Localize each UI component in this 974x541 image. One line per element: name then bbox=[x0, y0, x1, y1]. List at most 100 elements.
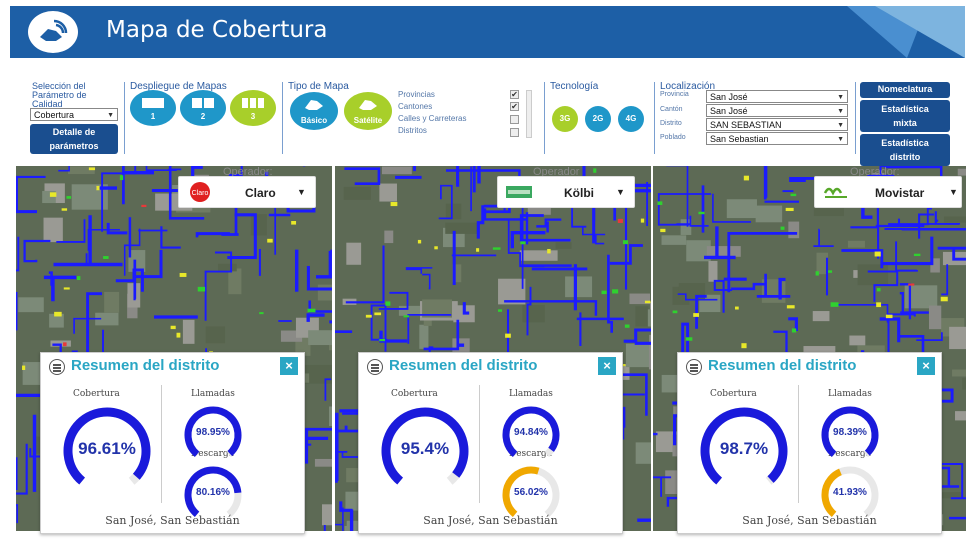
coverage-marker bbox=[876, 302, 882, 308]
terrain-patch bbox=[949, 326, 966, 350]
coverage-marker bbox=[885, 314, 893, 319]
coverage-marker bbox=[830, 302, 839, 307]
tech-4g-button[interactable]: 4G bbox=[618, 106, 644, 132]
display-3-button[interactable]: 3 bbox=[230, 90, 276, 126]
terrain-patch bbox=[317, 284, 332, 301]
menu-icon[interactable] bbox=[49, 359, 65, 375]
close-icon[interactable]: × bbox=[280, 357, 298, 375]
coverage-marker bbox=[403, 315, 410, 318]
coverage-marker bbox=[617, 218, 623, 223]
layer-provinces-label: Provincias bbox=[398, 90, 435, 99]
terrain-patch bbox=[635, 442, 651, 464]
display-1-button[interactable]: 1 bbox=[130, 90, 176, 126]
coverage-marker bbox=[434, 246, 438, 250]
terrain-patch bbox=[445, 222, 480, 234]
layer-provinces-checkbox[interactable]: ✔ bbox=[510, 90, 519, 99]
svg-text:Claro: Claro bbox=[192, 190, 209, 197]
divider bbox=[479, 385, 480, 503]
terrain-patch bbox=[847, 240, 865, 248]
coverage-marker bbox=[780, 226, 785, 230]
signal-logo-icon bbox=[28, 11, 78, 53]
control-bar: Selección del Parámetro de Calidad Cober… bbox=[10, 62, 965, 166]
divider bbox=[282, 82, 283, 154]
coverage-label: Cobertura bbox=[391, 389, 438, 399]
coverage-marker bbox=[141, 204, 147, 208]
tech-3g-button[interactable]: 3G bbox=[552, 106, 578, 132]
coverage-marker bbox=[390, 202, 398, 207]
canton-label: Cantón bbox=[660, 106, 683, 113]
coverage-marker bbox=[49, 192, 57, 197]
chevron-down-icon: ▼ bbox=[837, 94, 844, 101]
menu-icon[interactable] bbox=[367, 359, 383, 375]
district-select[interactable]: SAN SEBASTIAN ▼ bbox=[706, 118, 848, 131]
header-decoration-corner bbox=[875, 6, 965, 58]
layer-cantons-checkbox[interactable]: ✔ bbox=[510, 102, 519, 111]
coverage-marker bbox=[476, 248, 480, 252]
divider bbox=[161, 385, 162, 503]
layer-districts-checkbox[interactable] bbox=[510, 128, 519, 137]
town-select[interactable]: San Sebastian ▼ bbox=[706, 132, 848, 145]
display-2-button[interactable]: 2 bbox=[180, 90, 226, 126]
coverage-marker bbox=[291, 220, 297, 225]
close-icon[interactable]: × bbox=[917, 357, 935, 375]
coverage-marker bbox=[815, 271, 819, 276]
terrain-patch bbox=[381, 166, 412, 175]
layer-scrollbar[interactable] bbox=[526, 90, 532, 138]
satellite-map-button[interactable]: Satélite bbox=[344, 92, 392, 130]
calls-gauge: 94.84% bbox=[499, 403, 563, 467]
summary-title: Resumen del distrito bbox=[71, 357, 220, 374]
terrain-patch bbox=[928, 305, 942, 330]
chevron-down-icon: ▼ bbox=[837, 136, 844, 143]
chevron-down-icon: ▼ bbox=[837, 122, 844, 129]
operator-select-claro[interactable]: Claro Claro ▼ bbox=[178, 176, 316, 208]
layer-roads-label: Calles y Carreteras bbox=[398, 114, 467, 123]
terrain-patch bbox=[43, 217, 63, 243]
canton-select[interactable]: San José ▼ bbox=[706, 104, 848, 117]
divider bbox=[855, 82, 856, 154]
nomenclature-button[interactable]: Nomeclatura bbox=[860, 82, 950, 98]
terrain-patch bbox=[328, 406, 332, 427]
province-select[interactable]: San José ▼ bbox=[706, 90, 848, 103]
terrain-patch bbox=[726, 199, 757, 219]
terrain-patch bbox=[305, 364, 332, 384]
coverage-marker bbox=[593, 168, 597, 173]
mixed-statistics-button[interactable]: Estadística mixta bbox=[860, 100, 950, 132]
coverage-marker bbox=[913, 253, 921, 257]
coverage-marker bbox=[791, 328, 797, 333]
coverage-marker bbox=[96, 185, 100, 191]
terrain-patch bbox=[849, 335, 866, 346]
page-title: Mapa de Cobertura bbox=[106, 17, 328, 43]
divider bbox=[124, 82, 125, 154]
operator-select-kolbi[interactable]: Kölbi ▼ bbox=[497, 176, 635, 208]
basic-map-button[interactable]: Básico bbox=[290, 92, 338, 130]
summary-location: San José, San Sebastián bbox=[423, 514, 558, 527]
terrain-patch bbox=[647, 309, 651, 327]
district-statistics-button[interactable]: Estadística distrito bbox=[860, 134, 950, 166]
coverage-marker bbox=[828, 270, 833, 273]
divider bbox=[654, 82, 655, 154]
menu-icon[interactable] bbox=[686, 359, 702, 375]
coverage-label: Cobertura bbox=[73, 389, 120, 399]
technology-title: Tecnología bbox=[550, 81, 599, 92]
district-summary-kolbi: Resumen del distrito × Cobertura Llamada… bbox=[358, 352, 623, 534]
terrain-patch bbox=[955, 411, 966, 421]
coverage-gauge: 96.61% bbox=[59, 403, 155, 499]
tech-2g-button[interactable]: 2G bbox=[585, 106, 611, 132]
chevron-down-icon: ▼ bbox=[949, 187, 958, 197]
coverage-marker bbox=[660, 228, 666, 233]
district-label: Distrito bbox=[660, 120, 682, 127]
coverage-gauge: 95.4% bbox=[377, 403, 473, 499]
layer-roads-checkbox[interactable] bbox=[510, 115, 519, 124]
coverage-marker bbox=[365, 314, 372, 318]
operator-select-movistar[interactable]: Movistar ▼ bbox=[814, 176, 962, 208]
coverage-marker bbox=[624, 324, 630, 328]
close-icon[interactable]: × bbox=[598, 357, 616, 375]
parameter-details-button[interactable]: Detalle de parámetros bbox=[30, 124, 118, 154]
single-map-icon bbox=[142, 98, 164, 108]
quality-select[interactable]: Cobertura ▼ bbox=[30, 108, 118, 121]
terrain-patch bbox=[625, 343, 651, 368]
chevron-down-icon: ▼ bbox=[616, 187, 625, 197]
coverage-marker bbox=[908, 283, 915, 286]
terrain-patch bbox=[419, 324, 429, 349]
coverage-marker bbox=[876, 288, 881, 292]
